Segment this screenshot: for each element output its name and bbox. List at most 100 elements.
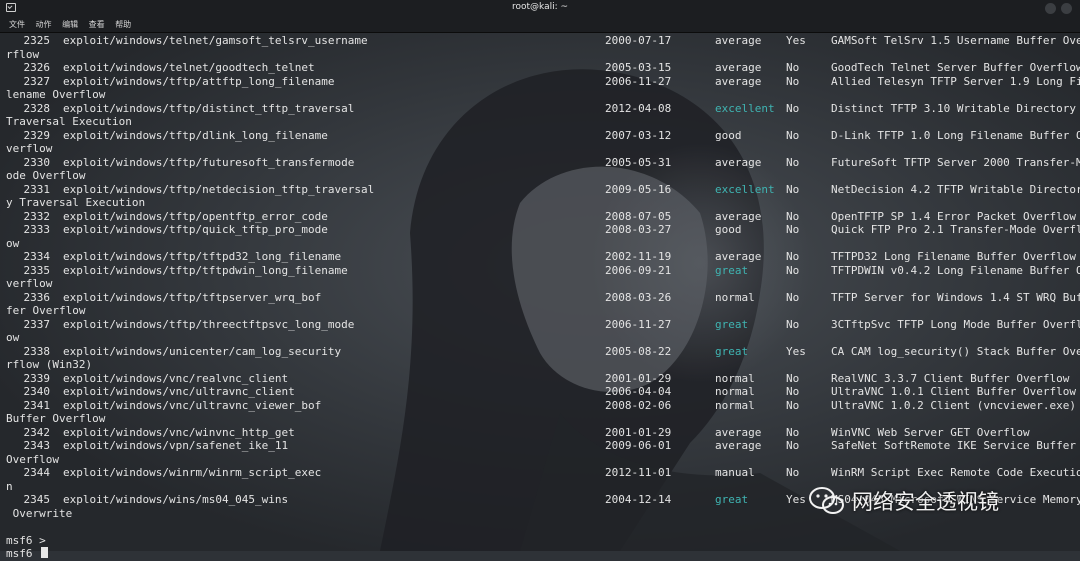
menu-actions[interactable]: 动作 <box>36 17 52 30</box>
module-index: 2330 <box>23 155 51 169</box>
menu-bar: 文件 动作 编辑 查看 帮助 <box>0 17 1080 33</box>
prompt-text: msf6 > <box>6 533 46 547</box>
module-check: No <box>786 398 800 412</box>
module-index: 2335 <box>23 263 51 277</box>
module-description-wrap: ow <box>6 236 20 250</box>
module-path: exploit/windows/vnc/realvnc_client <box>63 371 289 385</box>
menu-edit[interactable]: 编辑 <box>62 17 78 30</box>
menu-help[interactable]: 帮助 <box>115 17 131 30</box>
module-rank: average <box>715 155 762 169</box>
module-row-wrap: rflow <box>6 48 1080 62</box>
module-date: 2000-07-17 <box>605 34 672 47</box>
module-row: 2329 exploit/windows/tftp/dlink_long_file… <box>6 129 1080 143</box>
module-description-wrap: y Traversal Execution <box>6 196 146 209</box>
module-date: 2009-05-16 <box>605 182 672 196</box>
module-check: Yes <box>786 493 806 506</box>
module-row: 2344 exploit/windows/winrm/winrm_script_e… <box>6 466 1080 480</box>
module-index: 2336 <box>23 290 51 304</box>
watermark-text: 网络安全透视镜 <box>852 490 999 514</box>
module-path: exploit/windows/tftp/netdecision_tftp_tr… <box>63 182 375 196</box>
module-date: 2008-07-05 <box>605 209 672 223</box>
module-check: No <box>786 385 800 398</box>
module-index: 2333 <box>23 223 51 236</box>
module-check: No <box>786 223 800 236</box>
module-path: exploit/windows/unicenter/cam_log_securi… <box>63 344 342 358</box>
module-description-wrap: n <box>6 479 13 493</box>
maximize-button[interactable] <box>1061 3 1072 14</box>
module-description: Allied Telesyn TFTP Server 1.9 Long Fi <box>831 74 1080 88</box>
module-check: No <box>786 371 800 385</box>
module-path: exploit/windows/telnet/goodtech_telnet <box>63 61 315 74</box>
module-description: TFTP Server for Windows 1.4 ST WRQ Buf <box>831 290 1080 304</box>
module-rank: average <box>715 250 762 263</box>
module-description-wrap: Traversal Execution <box>6 115 132 128</box>
module-rank: good <box>715 223 742 236</box>
module-index: 2339 <box>23 371 51 385</box>
module-path: exploit/windows/telnet/gamsoft_telsrv_us… <box>63 34 368 47</box>
module-row: 2332 exploit/windows/tftp/opentftp_error_… <box>6 210 1080 224</box>
menu-view[interactable]: 查看 <box>89 17 105 30</box>
window-title: root@kali: ~ <box>511 2 569 12</box>
module-path: exploit/windows/tftp/dlink_long_filename <box>63 128 328 142</box>
module-path: exploit/windows/tftp/tftpserver_wrq_bof <box>63 290 322 304</box>
module-row-wrap: rflow (Win32) <box>6 358 1080 372</box>
module-description: 3CTftpSvc TFTP Long Mode Buffer Overfl <box>831 317 1080 331</box>
module-path: exploit/windows/tftp/futuresoft_transfer… <box>63 155 355 169</box>
module-row: 2342 exploit/windows/vnc/winvnc_http_get 2… <box>6 426 1080 440</box>
module-check: No <box>786 250 800 263</box>
module-description: TFTPDWIN v0.4.2 Long Filename Buffer O <box>831 263 1080 277</box>
module-description-wrap: rflow <box>6 47 40 61</box>
module-rank: excellent <box>715 101 775 115</box>
module-date: 2006-09-21 <box>605 263 672 277</box>
module-check: Yes <box>786 344 806 358</box>
module-date: 2006-11-27 <box>605 317 672 331</box>
module-path: exploit/windows/tftp/tftpd32_long_filena… <box>63 250 342 263</box>
module-index: 2344 <box>23 466 51 479</box>
module-date: 2006-11-27 <box>605 74 672 88</box>
module-check: No <box>786 128 800 142</box>
module-description: OpenTFTP SP 1.4 Error Packet Overflow <box>831 209 1077 223</box>
module-date: 2008-02-06 <box>605 398 672 412</box>
module-rank: normal <box>715 371 755 385</box>
menu-file[interactable]: 文件 <box>9 17 25 30</box>
module-date: 2004-12-14 <box>605 493 672 506</box>
module-row: 2333 exploit/windows/tftp/quick_tftp_pro_… <box>6 223 1080 237</box>
module-date: 2006-04-04 <box>605 385 672 398</box>
module-row-wrap: y Traversal Execution <box>6 196 1080 210</box>
module-description: Quick FTP Pro 2.1 Transfer-Mode Overfl <box>831 223 1080 236</box>
module-check: No <box>786 101 800 115</box>
module-check: No <box>786 263 800 277</box>
minimize-button[interactable] <box>1045 3 1056 14</box>
module-rank: normal <box>715 290 755 304</box>
module-description-wrap: ow <box>6 331 20 344</box>
module-index: 2327 <box>23 74 51 88</box>
module-index: 2332 <box>23 209 51 223</box>
module-description: FutureSoft TFTP Server 2000 Transfer-M <box>831 155 1080 169</box>
module-path: exploit/windows/tftp/tftpdwin_long_filen… <box>63 263 348 277</box>
module-rank: manual <box>715 466 755 479</box>
module-description-wrap: Overwrite <box>6 506 73 520</box>
module-check: No <box>786 317 800 331</box>
module-check: No <box>786 466 800 479</box>
module-row-wrap: ode Overflow <box>6 169 1080 183</box>
module-row: 2334 exploit/windows/tftp/tftpd32_long_fi… <box>6 250 1080 264</box>
module-check: Yes <box>786 34 806 47</box>
module-description: Distinct TFTP 3.10 Writable Directory <box>831 101 1077 115</box>
module-row: 2328 exploit/windows/tftp/distinct_tftp_t… <box>6 102 1080 116</box>
module-row-wrap: fer Overflow <box>6 304 1080 318</box>
module-row-wrap: lename Overflow <box>6 88 1080 102</box>
module-row: 2339 exploit/windows/vnc/realvnc_client 20… <box>6 372 1080 386</box>
module-index: 2342 <box>23 425 51 439</box>
module-index: 2328 <box>23 101 51 115</box>
module-date: 2008-03-26 <box>605 290 672 304</box>
module-description: UltraVNC 1.0.2 Client (vncviewer.exe) <box>831 398 1077 412</box>
module-rank: great <box>715 493 749 506</box>
module-rank: average <box>715 425 762 439</box>
module-path: exploit/windows/vnc/winvnc_http_get <box>63 425 295 439</box>
text-cursor <box>41 547 49 558</box>
module-index: 2345 <box>23 493 51 506</box>
module-check: No <box>786 182 800 196</box>
prompt-line-active: msf6 <box>6 547 1080 561</box>
module-path: exploit/windows/tftp/opentftp_error_code <box>63 209 328 223</box>
module-row: 2343 exploit/windows/vpn/safenet_ike_11 20… <box>6 439 1080 453</box>
